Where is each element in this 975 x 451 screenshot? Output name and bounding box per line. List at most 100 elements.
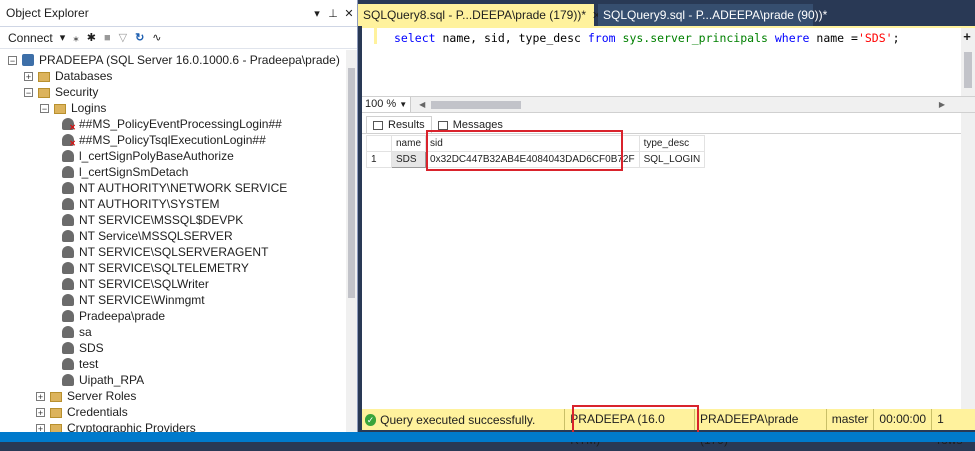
tree-node-login[interactable]: l_certSignSmDetach <box>62 164 188 180</box>
scroll-right-icon[interactable]: ▶ <box>939 100 945 109</box>
server-roles-label: Server Roles <box>67 389 137 403</box>
query-editor[interactable]: select name, sid, type_desc from sys.ser… <box>362 26 975 98</box>
tree-node-login[interactable]: NT AUTHORITY\SYSTEM <box>62 196 219 212</box>
tab-sqlquery9[interactable]: SQLQuery9.sql - P...ADEEPA\prade (90))* <box>598 4 827 26</box>
column-header-type-desc[interactable]: type_desc <box>638 135 706 152</box>
filter-icon[interactable]: ▽ <box>119 31 127 44</box>
zoom-select[interactable]: 100 % ▼ <box>362 97 412 112</box>
login-label: NT SERVICE\SQLWriter <box>79 277 209 291</box>
login-label: l_certSignSmDetach <box>79 165 189 179</box>
login-disabled-icon: ✕ <box>62 134 76 148</box>
login-icon <box>62 374 74 386</box>
dropdown-icon[interactable]: ▾ <box>309 7 325 20</box>
status-database: master <box>825 409 874 430</box>
tab-sqlquery8[interactable]: SQLQuery8.sql - P...DEEPA\prade (179))* ✕ <box>358 4 601 26</box>
cell-name[interactable]: SDS <box>390 151 427 168</box>
login-label: test <box>79 357 99 371</box>
tree-node-login[interactable]: NT SERVICE\SQLTELEMETRY <box>62 260 249 276</box>
tree-node-databases[interactable]: + Databases <box>24 68 112 84</box>
cell-type-desc[interactable]: SQL_LOGIN <box>638 151 706 168</box>
connect-icon[interactable]: ⁎ <box>73 31 79 44</box>
tree-node-login[interactable]: sa <box>62 324 92 340</box>
tree-node-login[interactable]: test <box>62 356 98 372</box>
scrollbar-thumb[interactable] <box>964 52 972 88</box>
login-icon <box>62 326 74 338</box>
login-label: NT SERVICE\SQLTELEMETRY <box>79 261 249 275</box>
tree-node-server[interactable]: − PRADEEPA (SQL Server 16.0.1000.6 - Pra… <box>8 52 340 68</box>
code-token: from <box>587 31 616 45</box>
stop-icon[interactable]: ■ <box>104 32 111 44</box>
tree-node-login[interactable]: NT SERVICE\MSSQL$DEVPK <box>62 212 243 228</box>
tree-node-login[interactable]: NT SERVICE\SQLSERVERAGENT <box>62 244 268 260</box>
tree-node-login[interactable]: NT AUTHORITY\NETWORK SERVICE <box>62 180 287 196</box>
chevron-down-icon: ▼ <box>399 100 408 109</box>
collapse-icon[interactable]: − <box>40 103 49 113</box>
tree-node-login[interactable]: Uipath_RPA <box>62 372 144 388</box>
scrollbar-thumb[interactable] <box>431 100 522 109</box>
tree-node-login[interactable]: ✕ ##MS_PolicyEventProcessingLogin## <box>62 116 282 132</box>
tree-node-credentials[interactable]: + Credentials <box>36 404 128 420</box>
object-explorer-scrollbar[interactable] <box>346 50 357 432</box>
scrollbar-thumb[interactable] <box>348 68 355 298</box>
scroll-left-icon[interactable]: ◀ <box>419 100 425 109</box>
expand-icon[interactable]: + <box>36 407 45 417</box>
close-icon[interactable]: ✕ <box>341 7 357 20</box>
tree-node-login[interactable]: NT SERVICE\SQLWriter <box>62 276 209 292</box>
row-number[interactable]: 1 <box>366 151 392 168</box>
zoom-value: 100 % <box>365 98 397 110</box>
tree-node-login[interactable]: l_certSignPolyBaseAuthorize <box>62 148 234 164</box>
tree-node-server-roles[interactable]: + Server Roles <box>36 388 136 404</box>
highlight-box-sid <box>426 130 623 171</box>
databases-label: Databases <box>55 69 113 83</box>
column-header-name[interactable]: name <box>390 135 427 152</box>
login-icon <box>62 182 74 194</box>
collapse-icon[interactable]: − <box>8 55 17 65</box>
folder-icon <box>54 103 66 114</box>
tree-node-login[interactable]: ✕ ##MS_PolicyTsqlExecutionLogin## <box>62 132 266 148</box>
disconnect-icon[interactable]: ✱ <box>87 31 96 44</box>
connect-button[interactable]: Connect <box>8 31 53 45</box>
login-label: sa <box>79 325 92 339</box>
collapse-icon[interactable]: − <box>24 87 33 97</box>
login-label: NT Service\MSSQLSERVER <box>79 229 233 243</box>
expand-icon[interactable]: + <box>24 71 33 81</box>
code-token: where <box>774 31 810 45</box>
tab-results[interactable]: Results <box>366 116 432 133</box>
tree-node-cryptographic-providers[interactable]: + Cryptographic Providers <box>36 420 196 432</box>
credentials-label: Credentials <box>67 405 128 419</box>
login-icon <box>62 294 74 306</box>
status-user: PRADEEPA\prade (179) <box>693 409 826 447</box>
login-icon <box>62 166 74 178</box>
login-label: NT AUTHORITY\NETWORK SERVICE <box>79 181 288 195</box>
login-icon <box>62 246 74 258</box>
login-label: Pradeepa\prade <box>79 309 166 323</box>
refresh-icon[interactable]: ↻ <box>135 31 144 44</box>
pin-icon[interactable]: ⊥ <box>325 7 341 20</box>
tree-node-login[interactable]: NT SERVICE\Winmgmt <box>62 292 205 308</box>
tree-node-logins[interactable]: − Logins <box>40 100 106 116</box>
tree-node-login[interactable]: NT Service\MSSQLSERVER <box>62 228 233 244</box>
login-label: NT SERVICE\MSSQL$DEVPK <box>79 213 244 227</box>
tree-node-login[interactable]: Pradeepa\prade <box>62 308 165 324</box>
object-explorer-header: Object Explorer ▾ ⊥ ✕ <box>0 0 357 27</box>
login-label: Uipath_RPA <box>79 373 145 387</box>
connect-dropdown-icon[interactable]: ▾ <box>60 31 66 44</box>
expand-icon[interactable]: + <box>36 391 45 401</box>
query-text[interactable]: select name, sid, type_desc from sys.ser… <box>394 31 900 45</box>
tab-label: Results <box>388 119 425 131</box>
login-label: l_certSignPolyBaseAuthorize <box>79 149 234 163</box>
grid-corner[interactable] <box>366 135 392 152</box>
tree-node-login[interactable]: SDS <box>62 340 104 356</box>
folder-icon <box>50 423 62 432</box>
split-icon[interactable]: + <box>961 30 973 44</box>
folder-icon <box>38 87 50 98</box>
expand-icon[interactable]: + <box>36 423 45 432</box>
login-icon <box>62 310 74 322</box>
cryptographic-providers-label: Cryptographic Providers <box>67 421 196 432</box>
results-scrollbar[interactable] <box>961 113 975 409</box>
tree-node-security[interactable]: − Security <box>24 84 98 100</box>
activity-monitor-icon[interactable]: ∿ <box>152 31 161 44</box>
grid-icon <box>373 120 383 130</box>
